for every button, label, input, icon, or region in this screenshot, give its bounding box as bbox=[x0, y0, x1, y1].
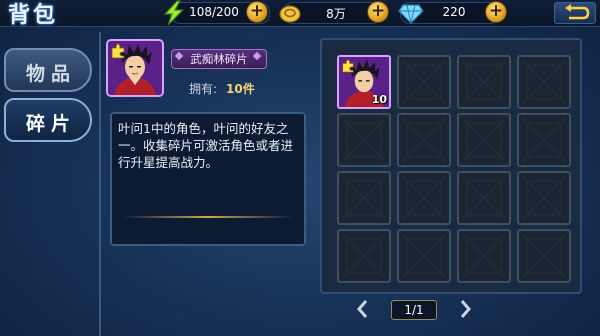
fragment-slot-empty[interactable] bbox=[457, 229, 511, 283]
fragment-slot-empty[interactable] bbox=[397, 171, 451, 225]
empty-slot-pattern bbox=[522, 176, 566, 220]
return-arrow-icon bbox=[565, 4, 590, 20]
fragment-slot-empty[interactable] bbox=[397, 113, 451, 167]
empty-slot-pattern bbox=[522, 118, 566, 162]
empty-slot-pattern bbox=[402, 176, 446, 220]
name-ornament-left bbox=[174, 51, 184, 61]
tab-items-label: 物品 bbox=[26, 63, 77, 85]
empty-slot-pattern bbox=[522, 234, 566, 278]
empty-slot-pattern bbox=[402, 234, 446, 278]
gold-value: 8万 bbox=[326, 7, 346, 21]
fragment-slot-empty[interactable] bbox=[457, 55, 511, 109]
empty-slot-pattern bbox=[402, 60, 446, 104]
owned-count: 10件 bbox=[226, 82, 255, 96]
back-button[interactable] bbox=[554, 2, 596, 24]
tab-fragments-label: 碎片 bbox=[26, 113, 77, 135]
owned-label: 拥有: bbox=[189, 82, 218, 96]
empty-slot-pattern bbox=[342, 176, 386, 220]
empty-slot-pattern bbox=[342, 234, 386, 278]
item-name: 武痴林碎片 bbox=[190, 52, 248, 66]
fragment-slot-empty[interactable] bbox=[397, 229, 451, 283]
empty-slot-pattern bbox=[462, 60, 506, 104]
item-description: 叶问1中的角色，叶问的好友之一。收集碎片可激活角色或者进行升星提高战力。 bbox=[118, 121, 294, 170]
fragment-puzzle-icon bbox=[111, 43, 125, 59]
empty-slot-pattern bbox=[342, 118, 386, 162]
fragment-slot-empty[interactable] bbox=[517, 55, 571, 109]
empty-slot-pattern bbox=[462, 176, 506, 220]
selected-item-portrait bbox=[106, 39, 164, 97]
gold-coin-icon bbox=[279, 5, 301, 23]
fragment-slot-empty[interactable] bbox=[337, 229, 391, 283]
fragment-slot-empty[interactable] bbox=[457, 113, 511, 167]
empty-slot-pattern bbox=[462, 234, 506, 278]
prev-page-arrow-icon[interactable] bbox=[356, 299, 370, 319]
fragment-slot-empty[interactable] bbox=[337, 171, 391, 225]
fragment-grid: 10 bbox=[320, 38, 582, 294]
slot-count: 10 bbox=[371, 93, 387, 106]
diamond-value: 220 bbox=[442, 5, 466, 19]
energy-value: 108/200 bbox=[189, 5, 239, 19]
fragment-puzzle-icon bbox=[342, 59, 354, 73]
page-title: 背包 bbox=[8, 3, 59, 28]
empty-slot-pattern bbox=[462, 118, 506, 162]
add-diamond-button[interactable]: + bbox=[485, 1, 507, 23]
description-box: 叶问1中的角色，叶问的好友之一。收集碎片可激活角色或者进行升星提高战力。 bbox=[110, 112, 306, 246]
tab-items[interactable]: 物品 bbox=[4, 48, 92, 92]
tab-fragments[interactable]: 碎片 bbox=[4, 98, 92, 142]
item-name-badge: 武痴林碎片 bbox=[171, 49, 267, 69]
fragment-slot-empty[interactable] bbox=[337, 113, 391, 167]
empty-slot-pattern bbox=[402, 118, 446, 162]
fragment-slot-empty[interactable] bbox=[517, 171, 571, 225]
diamond-icon bbox=[398, 4, 424, 24]
next-page-arrow-icon[interactable] bbox=[458, 299, 472, 319]
sidebar-divider bbox=[99, 32, 101, 336]
fragment-slot-empty[interactable] bbox=[517, 113, 571, 167]
fragment-slot-filled[interactable]: 10 bbox=[337, 55, 391, 109]
fragment-slot-empty[interactable] bbox=[457, 171, 511, 225]
empty-slot-pattern bbox=[522, 60, 566, 104]
page-indicator: 1/1 bbox=[391, 300, 437, 320]
description-divider bbox=[122, 216, 294, 218]
add-energy-button[interactable]: + bbox=[246, 1, 268, 23]
add-gold-button[interactable]: + bbox=[367, 1, 389, 23]
name-ornament-right bbox=[252, 51, 262, 61]
fragment-slot-empty[interactable] bbox=[517, 229, 571, 283]
fragment-slot-empty[interactable] bbox=[397, 55, 451, 109]
